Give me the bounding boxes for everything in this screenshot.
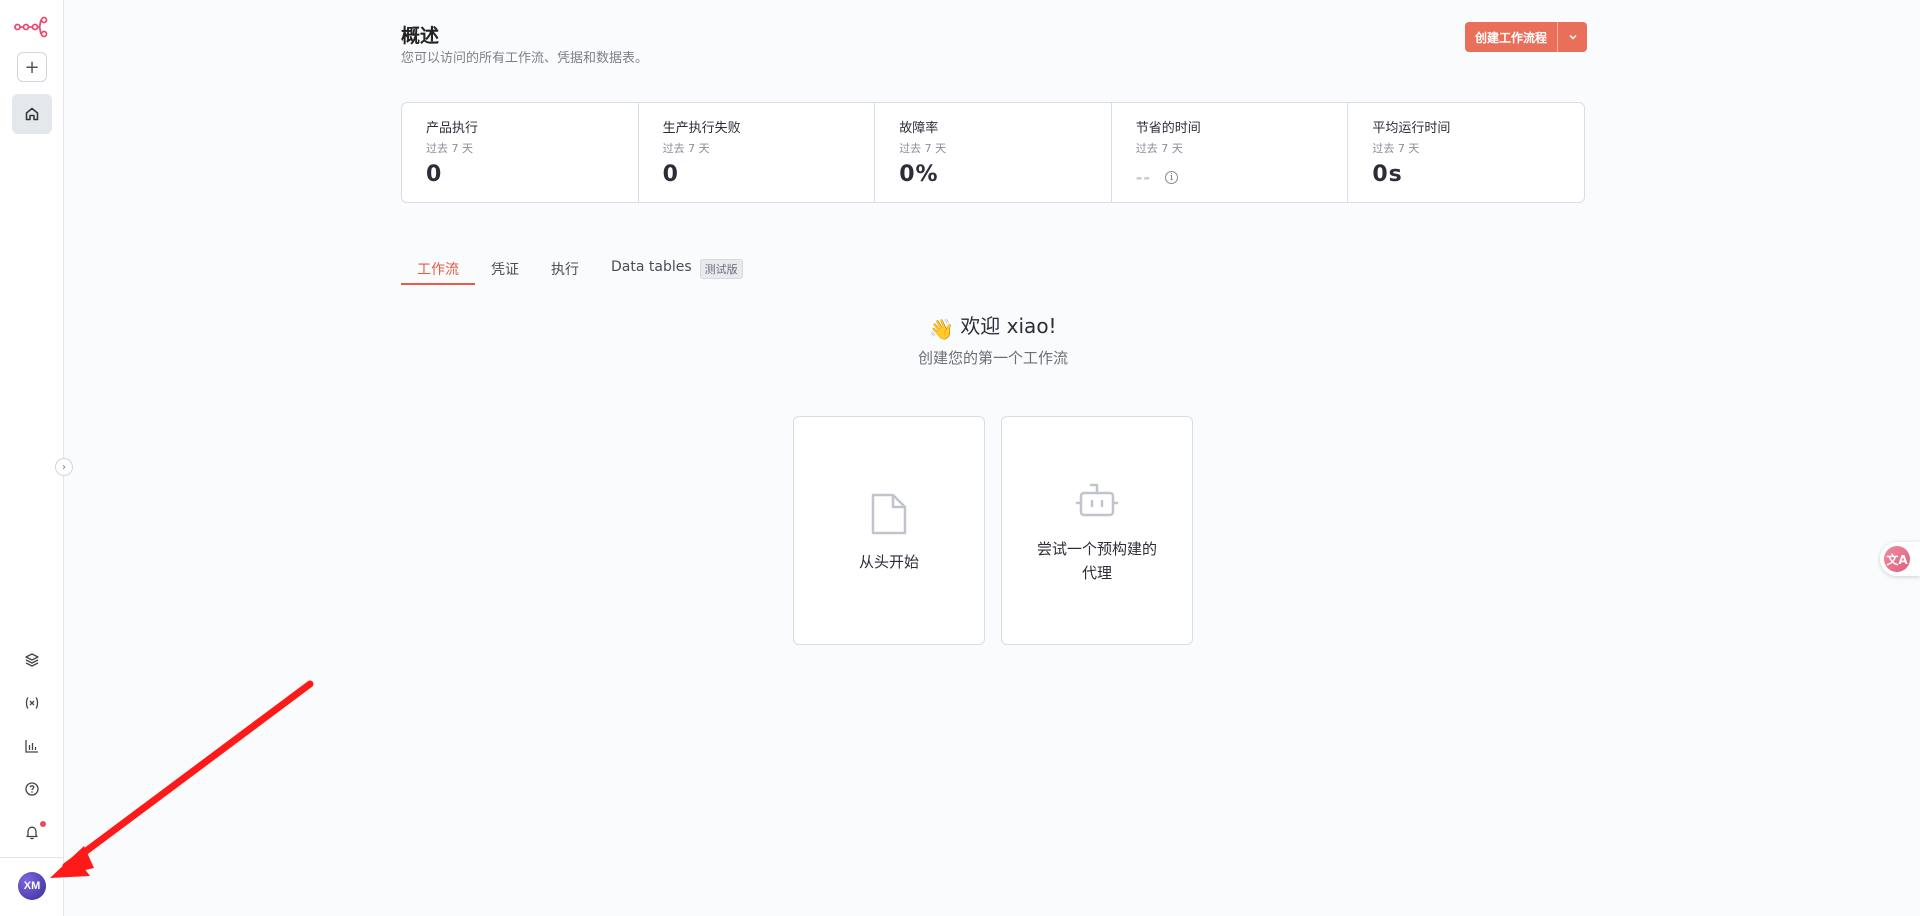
sidebar-item-help[interactable] bbox=[18, 775, 46, 803]
card-label-line: 尝试一个预构建的 bbox=[1036, 540, 1157, 558]
plus-icon: + bbox=[24, 56, 40, 78]
notification-badge bbox=[40, 821, 46, 827]
avatar[interactable]: XM bbox=[18, 872, 46, 900]
sidebar-collapse-toggle[interactable]: › bbox=[55, 458, 73, 476]
stat-value: 0s bbox=[1372, 162, 1403, 187]
stat-value: -- bbox=[1135, 168, 1152, 187]
beta-badge: 测试版 bbox=[699, 259, 743, 279]
tab-label: 凭证 bbox=[491, 262, 519, 278]
stat-time-saved[interactable]: 节省的时间 过去 7 天 -- i bbox=[1112, 103, 1349, 202]
card-label: 从头开始 bbox=[858, 553, 919, 571]
stat-failure-rate[interactable]: 故障率 过去 7 天 0% bbox=[875, 103, 1112, 202]
insights-icon bbox=[25, 740, 38, 753]
help-icon bbox=[25, 782, 39, 796]
stat-label: 生产执行失败 bbox=[662, 121, 741, 136]
stat-label: 产品执行 bbox=[426, 121, 479, 136]
stat-value-row: -- i bbox=[1136, 168, 1348, 187]
templates-icon bbox=[25, 653, 39, 667]
stat-period: 过去 7 天 bbox=[899, 142, 947, 155]
home-icon bbox=[25, 107, 39, 121]
tab-credentials[interactable]: 凭证 bbox=[475, 255, 535, 285]
tab-workflows[interactable]: 工作流 bbox=[401, 255, 475, 285]
card-label-line: 代理 bbox=[1081, 564, 1112, 582]
stat-value: 0% bbox=[899, 162, 939, 187]
robot-icon bbox=[1075, 483, 1119, 517]
chevron-right-icon: › bbox=[62, 461, 66, 473]
stat-avg-runtime[interactable]: 平均运行时间 过去 7 天 0s bbox=[1348, 103, 1584, 202]
card-label: 尝试一个预构建的 代理 bbox=[1012, 537, 1182, 585]
page-title: 概述 bbox=[401, 25, 440, 47]
n8n-logo-icon[interactable] bbox=[14, 16, 48, 38]
tab-label: 工作流 bbox=[417, 262, 459, 278]
create-workflow-dropdown[interactable] bbox=[1557, 22, 1587, 52]
welcome-subtitle: 创建您的第一个工作流 bbox=[917, 349, 1068, 367]
variables-icon bbox=[25, 697, 39, 709]
welcome-heading: 👋 欢迎 xiao! bbox=[401, 310, 1585, 341]
stats-panel: 产品执行 过去 7 天 0 生产执行失败 过去 7 天 0 故障率 过去 7 天… bbox=[401, 102, 1585, 203]
prebuilt-agent-card[interactable]: 尝试一个预构建的 代理 bbox=[1001, 416, 1193, 645]
stat-label: 平均运行时间 bbox=[1372, 121, 1451, 136]
page-subtitle: 您可以访问的所有工作流、凭据和数据表。 bbox=[401, 51, 649, 66]
sidebar: + › XM bbox=[0, 0, 73, 916]
stat-prod-executions[interactable]: 产品执行 过去 7 天 0 bbox=[402, 103, 639, 202]
tab-label: 执行 bbox=[551, 262, 579, 278]
stat-label: 故障率 bbox=[899, 121, 939, 136]
tab-executions[interactable]: 执行 bbox=[535, 255, 595, 285]
file-icon bbox=[871, 493, 907, 535]
sidebar-item-home[interactable] bbox=[12, 94, 52, 134]
bell-icon bbox=[26, 826, 38, 840]
chevron-down-icon bbox=[1568, 34, 1577, 40]
stat-period: 过去 7 天 bbox=[1372, 142, 1420, 155]
translate-icon: 文A bbox=[1884, 546, 1910, 572]
info-icon[interactable]: i bbox=[1165, 171, 1179, 184]
stat-period: 过去 7 天 bbox=[426, 142, 473, 155]
welcome-greeting: 欢迎 xiao! bbox=[960, 314, 1057, 338]
create-workflow-button-group: 创建工作流程 bbox=[1465, 22, 1588, 52]
sidebar-item-templates[interactable] bbox=[18, 646, 46, 674]
sidebar-item-variables[interactable] bbox=[18, 689, 46, 717]
tab-data-tables[interactable]: Data tables 测试版 bbox=[595, 255, 759, 285]
stat-value: 0 bbox=[426, 162, 443, 187]
sidebar-divider bbox=[0, 857, 64, 858]
tab-label: Data tables bbox=[611, 259, 692, 275]
add-button[interactable]: + bbox=[17, 52, 47, 82]
create-workflow-button[interactable]: 创建工作流程 bbox=[1465, 22, 1557, 52]
stat-value: 0 bbox=[662, 162, 679, 187]
tabs: 工作流 凭证 执行 Data tables 测试版 bbox=[401, 255, 759, 285]
sidebar-item-insights[interactable] bbox=[18, 732, 46, 760]
stat-label: 节省的时间 bbox=[1135, 121, 1201, 136]
stat-period: 过去 7 天 bbox=[1135, 142, 1183, 155]
start-from-scratch-card[interactable]: 从头开始 bbox=[793, 416, 985, 645]
stat-failed-executions[interactable]: 生产执行失败 过去 7 天 0 bbox=[639, 103, 876, 202]
stat-period: 过去 7 天 bbox=[662, 142, 710, 155]
translate-float-button[interactable]: 文A bbox=[1880, 542, 1920, 576]
waving-hand-icon: 👋 bbox=[929, 317, 955, 341]
